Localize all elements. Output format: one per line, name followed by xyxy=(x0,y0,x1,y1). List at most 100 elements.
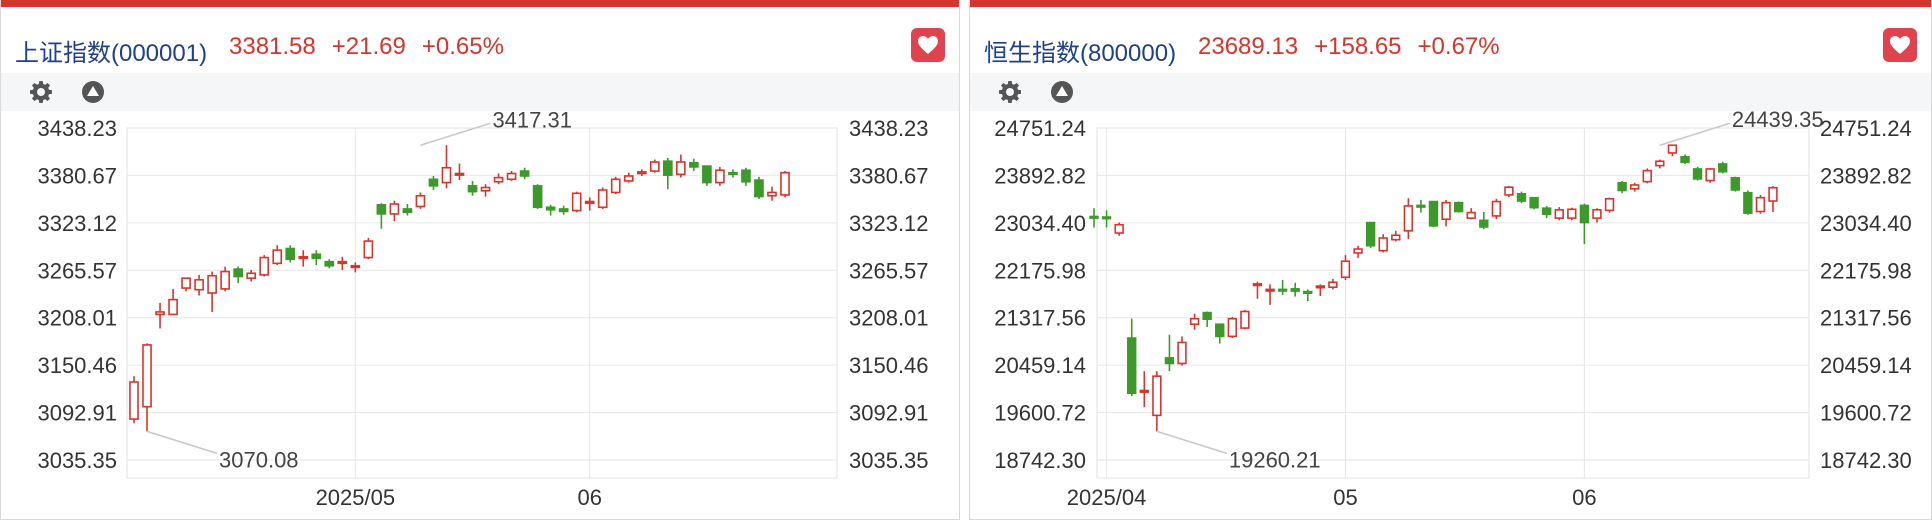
candle xyxy=(441,145,452,189)
candle xyxy=(311,250,322,265)
candle xyxy=(610,176,621,195)
candle xyxy=(454,163,465,181)
y-tick-label-right: 3035.35 xyxy=(849,448,929,473)
panel-accent-bar xyxy=(1,0,959,7)
candle xyxy=(480,184,491,197)
candle xyxy=(1177,336,1187,366)
candle xyxy=(532,184,543,209)
candle xyxy=(558,205,569,215)
candle xyxy=(1391,230,1401,242)
candle xyxy=(337,256,348,270)
candle xyxy=(272,245,283,265)
candle xyxy=(324,259,335,269)
panel-accent-bar xyxy=(970,0,1931,7)
candle xyxy=(1680,154,1690,164)
candle xyxy=(1617,181,1627,194)
candle xyxy=(1365,221,1376,248)
annotation-low: 3070.08 xyxy=(219,447,299,472)
annotation-leader xyxy=(146,430,218,455)
candle xyxy=(1718,161,1728,174)
quote-values: 23689.13 +158.65 +0.67% xyxy=(1198,33,1516,61)
candle xyxy=(181,277,191,292)
quote-header: 恒生指数(800000) 23689.13 +158.65 +0.67% xyxy=(970,7,1931,71)
candle xyxy=(1189,313,1200,330)
annotation-low: 19260.21 xyxy=(1229,447,1321,472)
y-tick-label-left: 19600.72 xyxy=(994,401,1086,426)
chart-toolbar xyxy=(970,73,1931,111)
candle xyxy=(402,204,413,216)
candle xyxy=(754,176,764,200)
candle xyxy=(1277,280,1288,295)
y-tick-label-left: 3035.35 xyxy=(37,448,117,473)
y-tick-label-right: 18742.30 xyxy=(1820,448,1912,473)
y-tick-label-left: 23034.40 xyxy=(994,211,1086,236)
y-tick-label-right: 3265.57 xyxy=(849,258,929,283)
last-price: 23689.13 xyxy=(1198,33,1299,60)
candle xyxy=(1164,334,1175,372)
candle xyxy=(1730,176,1740,192)
favorite-button[interactable] xyxy=(1883,28,1917,62)
candle xyxy=(1667,144,1678,157)
candle xyxy=(689,158,699,172)
candle xyxy=(519,167,530,180)
candle xyxy=(129,376,139,424)
y-tick-label-right: 19600.72 xyxy=(1820,401,1912,426)
annotation-leader xyxy=(1659,122,1731,146)
candle xyxy=(1692,166,1703,181)
candle xyxy=(506,171,517,181)
candle xyxy=(702,165,712,186)
candle xyxy=(1265,284,1275,305)
candle xyxy=(350,262,361,273)
candle xyxy=(1152,371,1162,432)
index-name[interactable]: 上证指数(000001) xyxy=(15,33,207,68)
y-tick-label-left: 3438.23 xyxy=(37,116,117,141)
candle xyxy=(1139,371,1149,408)
candle xyxy=(467,180,478,196)
candle xyxy=(741,167,751,186)
candle xyxy=(662,157,673,190)
candle xyxy=(1416,199,1426,213)
candle xyxy=(376,203,387,229)
candle xyxy=(207,271,217,312)
favorite-button[interactable] xyxy=(911,28,945,62)
quote-values: 3381.58 +21.69 +0.65% xyxy=(229,33,520,61)
candle xyxy=(1215,323,1225,344)
candle xyxy=(1592,208,1602,223)
chart-toolbar xyxy=(1,73,959,111)
candle xyxy=(1743,190,1753,215)
candle xyxy=(233,266,243,284)
y-tick-label-left: 3323.12 xyxy=(37,211,117,236)
x-tick-label: 05 xyxy=(1333,485,1357,510)
quote-header: 上证指数(000001) 3381.58 +21.69 +0.65% xyxy=(1,7,959,71)
candle xyxy=(649,159,660,173)
candle xyxy=(194,274,204,296)
index-name[interactable]: 恒生指数(800000) xyxy=(984,33,1176,68)
candle xyxy=(155,302,165,329)
y-tick-label-left: 18742.30 xyxy=(994,448,1086,473)
y-tick-label-right: 22175.98 xyxy=(1820,258,1912,283)
candle xyxy=(1579,203,1590,245)
gear-icon[interactable] xyxy=(29,80,53,104)
annotation-leader xyxy=(1156,430,1228,455)
candle xyxy=(676,154,686,178)
candle xyxy=(728,169,738,178)
candle xyxy=(1403,198,1414,240)
candle xyxy=(767,186,777,201)
x-tick-label: 2025/04 xyxy=(1067,485,1147,510)
candle xyxy=(415,192,426,209)
y-tick-label-right: 21317.56 xyxy=(1820,306,1912,331)
price-change-pct: +0.67% xyxy=(1417,33,1500,60)
heart-icon xyxy=(1890,36,1910,54)
y-tick-label-left: 24751.24 xyxy=(994,116,1086,141)
x-tick-label: 06 xyxy=(577,485,601,510)
triangle-up-icon[interactable] xyxy=(1050,80,1074,104)
candle xyxy=(1755,194,1766,214)
plot-frame xyxy=(1096,127,1810,479)
candle xyxy=(1504,186,1514,198)
panel-hangseng: 恒生指数(800000) 23689.13 +158.65 +0.67% 24751… xyxy=(969,0,1932,520)
candle xyxy=(1328,278,1338,290)
triangle-up-icon[interactable] xyxy=(81,80,105,104)
gear-icon[interactable] xyxy=(998,80,1022,104)
y-tick-label-left: 21317.56 xyxy=(994,306,1086,331)
annotation-high: 24439.35 xyxy=(1732,111,1824,132)
